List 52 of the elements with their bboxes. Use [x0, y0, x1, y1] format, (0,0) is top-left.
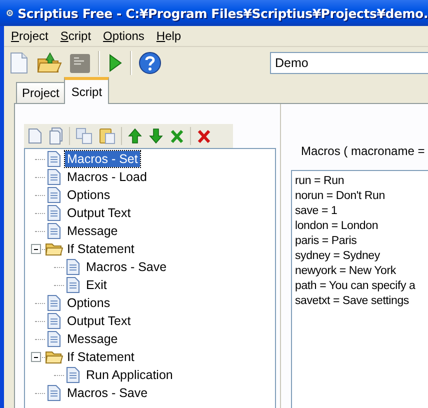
tree-item[interactable]: Options — [65, 187, 112, 203]
document-icon — [45, 151, 63, 167]
document-icon[interactable] — [68, 51, 92, 75]
window-title: Scriptius Free - C:¥Program Files¥Scriptius¥Projects¥demo. — [18, 6, 428, 20]
document-icon — [64, 259, 82, 275]
collapse-toggle-icon[interactable] — [31, 244, 41, 254]
delete-icon[interactable] — [196, 127, 212, 145]
project-field[interactable]: Demo — [270, 52, 428, 74]
folder-icon — [45, 349, 63, 365]
paste-icon[interactable] — [98, 127, 116, 145]
folder-icon[interactable] — [36, 51, 62, 75]
tree-item[interactable]: Message — [65, 331, 120, 347]
copy-icon[interactable] — [75, 127, 93, 145]
cross-icon[interactable] — [169, 127, 185, 145]
macros-label: Macros ( macroname = — [300, 144, 426, 158]
help-icon[interactable] — [138, 51, 162, 75]
menu-item[interactable]: Help — [155, 29, 188, 43]
tree-item[interactable]: Macros - Load — [65, 169, 149, 185]
tree-item[interactable]: If Statement — [65, 349, 136, 365]
document-icon — [45, 295, 63, 311]
folder-icon — [45, 241, 63, 257]
collapse-toggle-icon[interactable] — [31, 352, 41, 362]
document-icon — [45, 187, 63, 203]
tree-item[interactable]: Output Text — [65, 205, 133, 221]
down-arrow-icon[interactable] — [148, 127, 164, 145]
tab[interactable]: Project — [16, 82, 66, 103]
document-icon — [45, 313, 63, 329]
document-icon — [64, 367, 82, 383]
tree-item[interactable]: Options — [65, 295, 112, 311]
document-icon — [45, 169, 63, 185]
tree-item[interactable]: Macros - Save — [65, 385, 150, 401]
document-icon — [45, 385, 63, 401]
documents-icon[interactable] — [48, 127, 64, 145]
menu-item[interactable]: Script — [59, 29, 98, 43]
document-icon — [45, 331, 63, 347]
tree-item[interactable]: Message — [65, 223, 120, 239]
tab[interactable]: Script — [64, 77, 110, 104]
tree-item[interactable]: Run Application — [84, 367, 175, 383]
document-icon — [45, 205, 63, 221]
tree-item[interactable]: Output Text — [65, 313, 133, 329]
document-icon[interactable] — [27, 127, 43, 145]
tree-item[interactable]: If Statement — [65, 241, 136, 257]
document-icon — [64, 277, 82, 293]
tree-item[interactable]: Macros - Set — [65, 151, 140, 167]
new-document-icon[interactable] — [8, 51, 30, 75]
up-arrow-icon[interactable] — [127, 127, 143, 145]
menu-item[interactable]: Project — [10, 29, 56, 43]
macros-text-area[interactable]: run = Run norun = Don't Run save = 1 london = London paris = Paris sydney = Sydney newyork = New York path = You can specify a savetxt = Save settings — [291, 170, 428, 408]
menu-item[interactable]: Options — [102, 29, 152, 43]
tree-item[interactable]: Exit — [84, 277, 109, 293]
document-icon — [45, 223, 63, 239]
tree-item[interactable]: Macros - Save — [84, 259, 169, 275]
